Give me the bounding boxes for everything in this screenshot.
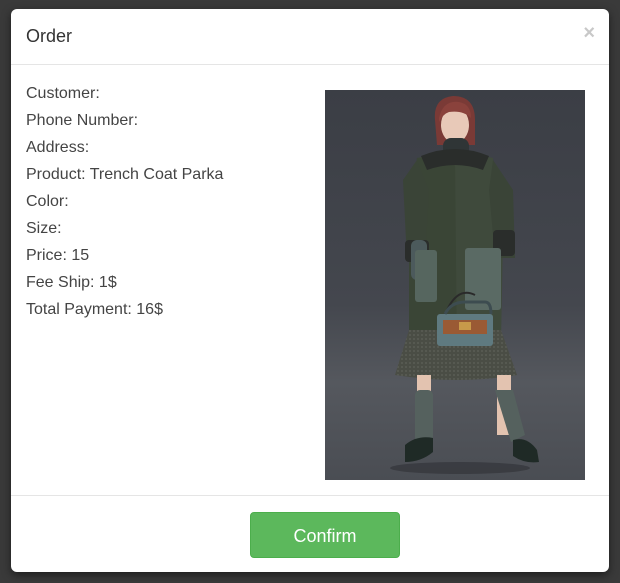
model-illustration <box>390 96 539 474</box>
modal-footer: Confirm <box>11 495 609 573</box>
order-details: Customer: Phone Number: Address: Product… <box>26 80 306 323</box>
fee-ship-field: Fee Ship: 1$ <box>26 274 117 291</box>
total-payment-field: Total Payment: 16$ <box>26 301 163 318</box>
order-modal: Order × Customer: Phone Number: Address:… <box>11 9 609 572</box>
customer-field: Customer: <box>26 85 100 102</box>
confirm-button[interactable]: Confirm <box>250 512 400 558</box>
price-field: Price: 15 <box>26 247 90 264</box>
modal-title: Order <box>26 26 73 46</box>
product-image <box>325 90 585 480</box>
product-field: Product: Trench Coat Parka <box>26 166 224 183</box>
phone-number-field: Phone Number: <box>26 112 139 129</box>
address-field: Address: <box>26 139 90 156</box>
size-field: Size: <box>26 220 62 237</box>
close-button[interactable]: × <box>583 23 595 43</box>
color-field: Color: <box>26 193 69 210</box>
modal-header: Order × <box>11 9 609 65</box>
